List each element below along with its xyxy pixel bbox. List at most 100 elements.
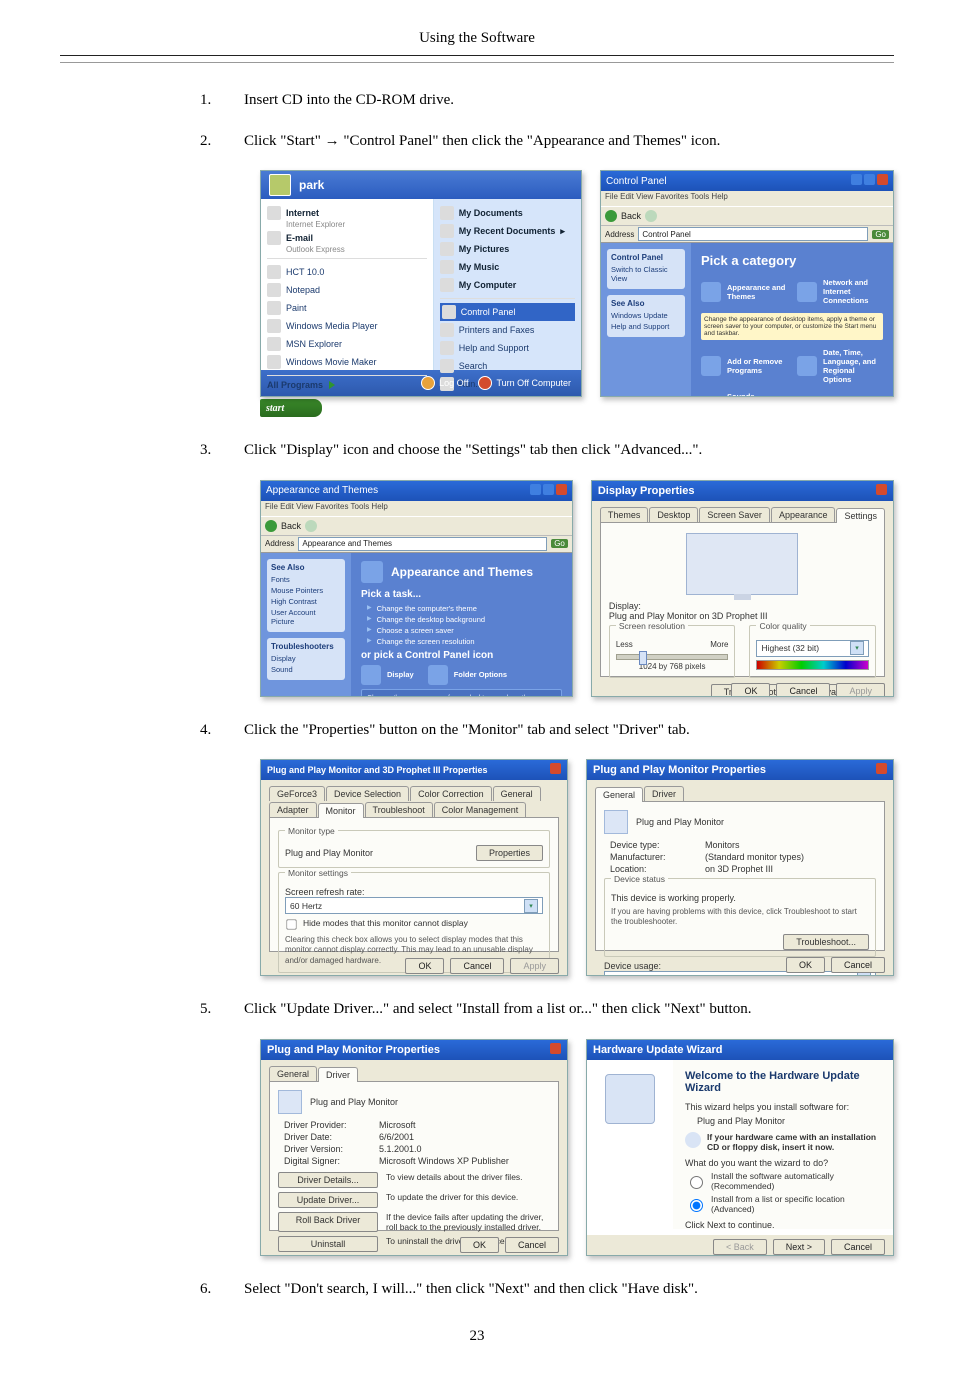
maximize-button[interactable] — [864, 174, 875, 185]
radio-auto[interactable]: Install the software automatically (Reco… — [685, 1171, 881, 1191]
driver-details-button[interactable]: Driver Details... — [278, 1172, 378, 1188]
close-button[interactable] — [550, 763, 561, 774]
icon-folder-options[interactable]: Folder Options — [428, 665, 507, 685]
tab[interactable]: Adapter — [269, 802, 317, 817]
cancel-button[interactable]: Cancel — [831, 957, 885, 973]
task-link[interactable]: Choose a screen saver — [367, 626, 562, 635]
apply-button[interactable]: Apply — [836, 683, 885, 697]
icon-display[interactable]: Display — [361, 665, 414, 685]
side-link[interactable]: Help and Support — [611, 322, 681, 331]
task-link[interactable]: Change the screen resolution — [367, 637, 562, 646]
go-button[interactable]: Go — [872, 230, 889, 239]
tab[interactable]: GeForce3 — [269, 786, 325, 801]
start-item-pics[interactable]: My Pictures — [440, 240, 575, 258]
tab-driver[interactable]: Driver — [644, 786, 684, 801]
cat-accessibility[interactable]: Accessibility Options — [797, 392, 883, 397]
rollback-driver-button[interactable]: Roll Back Driver — [278, 1212, 378, 1232]
start-item-mycomp[interactable]: My Computer — [440, 276, 575, 294]
minimize-button[interactable] — [851, 174, 862, 185]
side-link[interactable]: Mouse Pointers — [271, 586, 341, 595]
start-item-hct[interactable]: HCT 10.0 — [267, 263, 427, 281]
cat-appearance[interactable]: Appearance and Themes — [701, 278, 787, 305]
resolution-slider[interactable] — [616, 654, 729, 660]
side-link[interactable]: High Contrast — [271, 597, 341, 606]
tab[interactable]: General — [493, 786, 541, 801]
task-link[interactable]: Change the computer's theme — [367, 604, 562, 613]
tab-appearance[interactable]: Appearance — [771, 507, 836, 522]
ok-button[interactable]: OK — [786, 957, 825, 973]
task-link[interactable]: Change the desktop background — [367, 615, 562, 624]
side-link[interactable]: Sound — [271, 665, 341, 674]
side-link[interactable]: Windows Update — [611, 311, 681, 320]
start-item-music[interactable]: My Music — [440, 258, 575, 276]
next-button[interactable]: Next > — [773, 1239, 825, 1255]
menubar[interactable]: File Edit View Favorites Tools Help — [261, 501, 572, 516]
address-field[interactable]: Control Panel — [638, 227, 868, 241]
tab[interactable]: Color Management — [434, 802, 527, 817]
menubar[interactable]: File Edit View Favorites Tools Help — [601, 191, 893, 206]
back-button[interactable] — [605, 210, 617, 222]
start-item-printers[interactable]: Printers and Faxes — [440, 321, 575, 339]
start-item-help[interactable]: Help and Support — [440, 339, 575, 357]
cancel-button[interactable]: Cancel — [450, 958, 504, 974]
tab[interactable]: Color Correction — [410, 786, 492, 801]
tab-general[interactable]: General — [269, 1066, 317, 1081]
ok-button[interactable]: OK — [731, 683, 770, 697]
tab[interactable]: Device Selection — [326, 786, 409, 801]
close-button[interactable] — [550, 1043, 561, 1054]
tab-driver[interactable]: Driver — [318, 1067, 358, 1082]
cat-network[interactable]: Network and Internet Connections — [797, 278, 883, 305]
back-button[interactable]: < Back — [713, 1239, 767, 1255]
cat-datetime[interactable]: Date, Time, Language, and Regional Optio… — [797, 348, 883, 384]
ok-button[interactable]: OK — [460, 1237, 499, 1253]
tab-general[interactable]: General — [595, 787, 643, 802]
side-link[interactable]: Display — [271, 654, 341, 663]
update-driver-button[interactable]: Update Driver... — [278, 1192, 378, 1208]
cat-sounds[interactable]: Sounds, Speech, and Audio Devices — [701, 392, 787, 397]
minimize-button[interactable] — [530, 484, 541, 495]
tab[interactable]: Troubleshoot — [365, 802, 433, 817]
tab-themes[interactable]: Themes — [600, 507, 649, 522]
start-item-control-panel[interactable]: Control Panel — [440, 303, 575, 321]
start-item-recent[interactable]: My Recent Documents ▸ — [440, 222, 575, 240]
turnoff-button[interactable]: Turn Off Computer — [478, 376, 571, 390]
go-button[interactable]: Go — [551, 539, 568, 548]
start-item-wmp[interactable]: Windows Media Player — [267, 317, 427, 335]
close-button[interactable] — [876, 763, 887, 774]
start-item-wmm[interactable]: Windows Movie Maker — [267, 353, 427, 371]
start-all-programs[interactable]: All Programs — [267, 380, 427, 390]
cancel-button[interactable]: Cancel — [776, 683, 830, 697]
color-quality-select[interactable]: Highest (32 bit)▾ — [756, 640, 869, 657]
refresh-rate-select[interactable]: 60 Hertz▾ — [285, 897, 543, 914]
start-item-paint[interactable]: Paint — [267, 299, 427, 317]
cat-addremove[interactable]: Add or Remove Programs — [701, 348, 787, 384]
apply-button[interactable]: Apply — [510, 958, 559, 974]
start-item-search[interactable]: Search — [440, 357, 575, 375]
ok-button[interactable]: OK — [405, 958, 444, 974]
cancel-button[interactable]: Cancel — [505, 1237, 559, 1253]
back-button[interactable] — [265, 520, 277, 532]
forward-button[interactable] — [645, 210, 657, 222]
start-item-mydocs[interactable]: My Documents — [440, 204, 575, 222]
logoff-button[interactable]: Log Off — [421, 376, 468, 390]
hide-modes-checkbox[interactable]: Hide modes that this monitor cannot disp… — [285, 918, 543, 931]
tab-desktop[interactable]: Desktop — [649, 507, 698, 522]
address-field[interactable]: Appearance and Themes — [298, 537, 547, 551]
tab-screensaver[interactable]: Screen Saver — [699, 507, 770, 522]
troubleshoot-button[interactable]: Troubleshoot... — [783, 934, 869, 950]
side-link[interactable]: User Account Picture — [271, 608, 341, 626]
forward-button[interactable] — [305, 520, 317, 532]
close-button[interactable] — [556, 484, 567, 495]
close-button[interactable] — [877, 174, 888, 185]
start-item-notepad[interactable]: Notepad — [267, 281, 427, 299]
tab-settings[interactable]: Settings — [836, 508, 885, 523]
tab-monitor[interactable]: Monitor — [318, 803, 364, 818]
uninstall-button[interactable]: Uninstall — [278, 1236, 378, 1252]
radio-list[interactable]: Install from a list or specific location… — [685, 1194, 881, 1214]
maximize-button[interactable] — [543, 484, 554, 495]
side-link[interactable]: Fonts — [271, 575, 341, 584]
properties-button[interactable]: Properties — [476, 845, 543, 861]
side-link[interactable]: Switch to Classic View — [611, 265, 681, 283]
start-button[interactable]: start — [260, 399, 322, 417]
cancel-button[interactable]: Cancel — [831, 1239, 885, 1255]
